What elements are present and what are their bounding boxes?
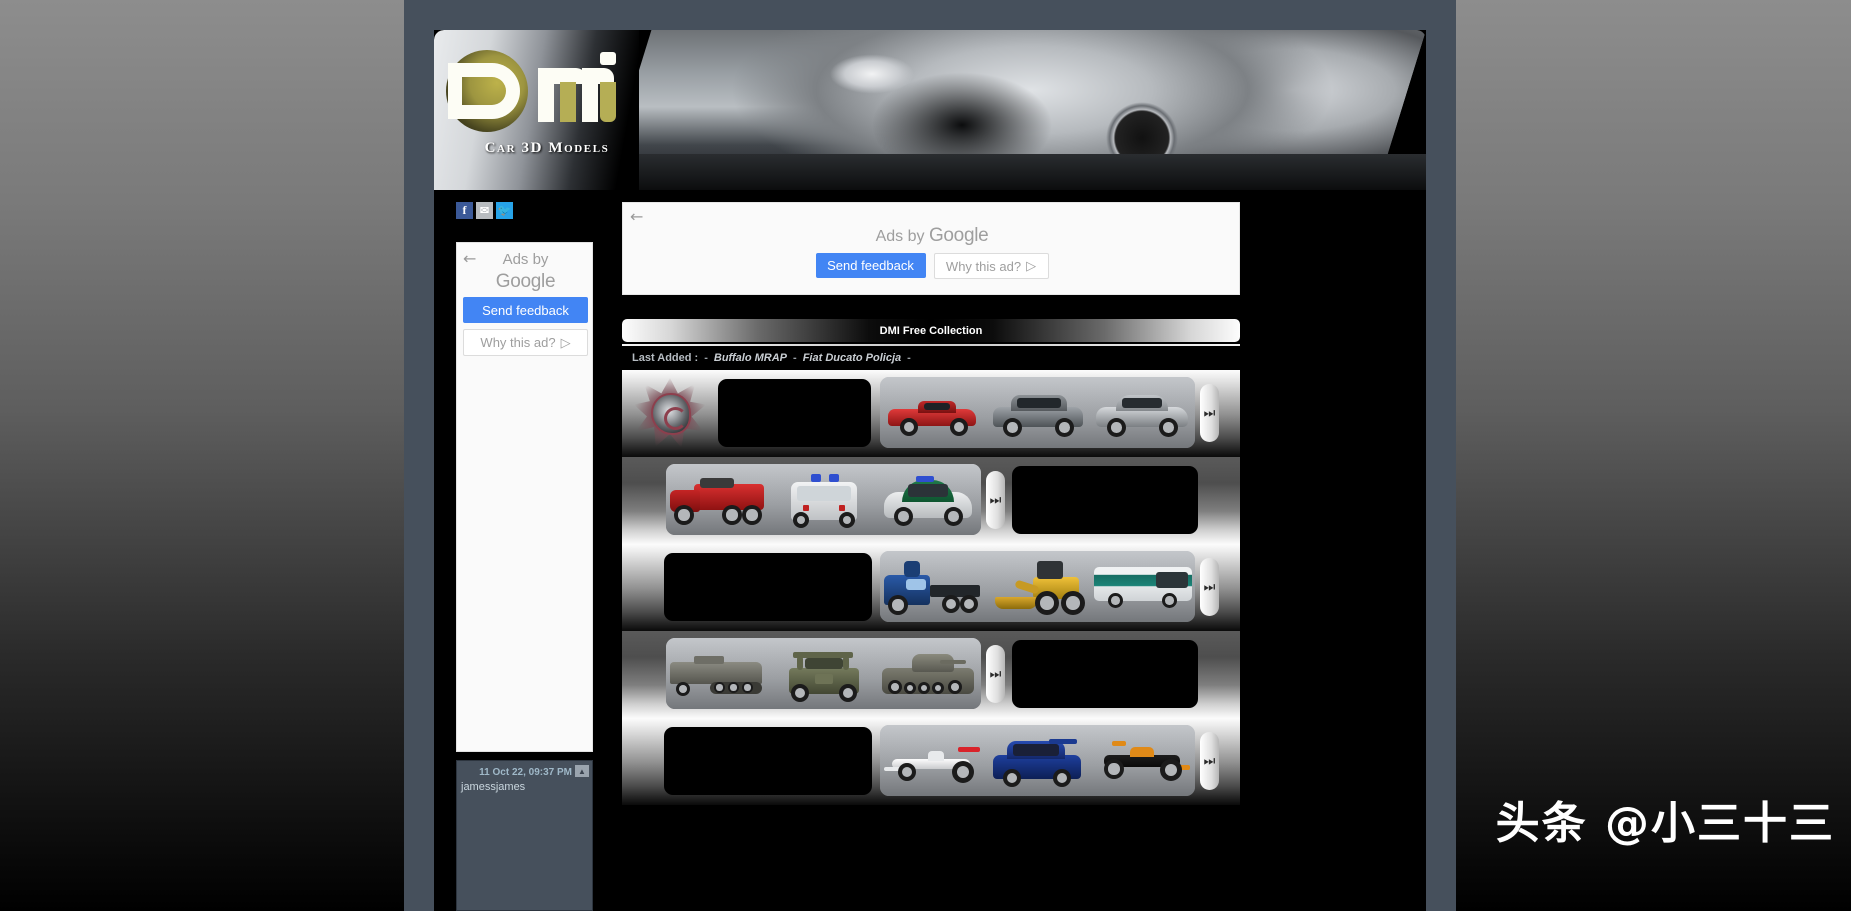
separator-dash: - — [907, 352, 911, 364]
category-row-racing[interactable]: ⏭ — [622, 718, 1240, 805]
category-row-heavy-vehicles[interactable]: ⏭ — [622, 544, 1240, 631]
ads-by-label: Ads by — [875, 228, 929, 245]
shoutbox-timestamp: 11 Oct 22, 09:37 PM — [479, 766, 572, 778]
row-next-button[interactable]: ⏭ — [1200, 732, 1219, 790]
logo-bar-6 — [600, 82, 616, 122]
shoutbox-scroll-up-icon[interactable]: ▲ — [575, 765, 589, 777]
send-feedback-button[interactable]: Send feedback — [463, 297, 588, 323]
thumb-blue-rally-car[interactable] — [985, 725, 1090, 796]
why-this-ad-label: Why this ad? — [945, 258, 1022, 274]
dmi-badge-icon — [634, 378, 706, 448]
thumb-city-bus[interactable] — [1090, 551, 1195, 622]
why-this-ad-label: Why this ad? — [480, 335, 556, 350]
thumb-blue-semi-truck[interactable] — [880, 551, 985, 622]
ads-by-label: Ads by — [502, 251, 549, 268]
thumb-orange-open-wheeler[interactable] — [1090, 725, 1195, 796]
row-thumbnail-strip[interactable] — [666, 638, 981, 709]
email-icon[interactable]: ✉ — [476, 202, 493, 219]
logo-letter-d — [448, 63, 520, 119]
separator-dash: - — [793, 352, 797, 364]
top-google-ad: ← Ads by Google Send feedback Why this a… — [622, 202, 1240, 295]
row-black-panel — [664, 727, 872, 795]
row-thumbnail-strip[interactable] — [880, 377, 1195, 448]
social-links-bar: f ✉ 🐦 — [456, 202, 513, 219]
shoutbox-header: 11 Oct 22, 09:37 PM — [457, 764, 592, 780]
thumb-polizei-beetle[interactable] — [876, 464, 981, 535]
row-black-panel — [718, 379, 871, 447]
site-content-frame: Car 3D Models f ✉ 🐦 ← Ads by Google Send… — [434, 30, 1426, 911]
thumb-grey-sedan[interactable] — [985, 377, 1090, 448]
last-added-item-1[interactable]: Buffalo MRAP — [714, 352, 787, 364]
why-this-ad-icon: ▷ — [560, 334, 571, 350]
thumb-white-ambulance[interactable] — [771, 464, 876, 535]
row-thumbnail-strip[interactable] — [666, 464, 981, 535]
site-logo-panel[interactable]: Car 3D Models — [434, 30, 639, 190]
thumb-panzer-tank[interactable] — [876, 638, 981, 709]
thumb-red-roadster[interactable] — [880, 377, 985, 448]
thumb-silver-coupe[interactable] — [1090, 377, 1195, 448]
row-next-button[interactable]: ⏭ — [986, 471, 1005, 529]
last-added-bar: Last Added : - Buffalo MRAP - Fiat Ducat… — [622, 346, 1240, 370]
logo-tagline: Car 3D Models — [484, 140, 610, 156]
ad-back-arrow-icon[interactable]: ← — [630, 209, 643, 225]
google-wordmark: Google — [928, 225, 989, 246]
thumb-grey-halftrack[interactable] — [666, 638, 771, 709]
banner-road-strip — [602, 154, 1426, 190]
thumb-army-jeep[interactable] — [771, 638, 876, 709]
shoutbox-message: jamessjames — [461, 781, 526, 793]
separator-dash: - — [704, 352, 708, 364]
collection-title-bar: DMI Free Collection — [622, 319, 1240, 342]
header-banner: Car 3D Models — [434, 30, 1426, 190]
main-content-column: ← Ads by Google Send feedback Why this a… — [622, 202, 1412, 805]
thumb-yellow-wheel-loader[interactable] — [985, 551, 1090, 622]
why-this-ad-button[interactable]: Why this ad? ▷ — [933, 253, 1049, 279]
row-thumbnail-strip[interactable] — [880, 725, 1195, 796]
spiral-shape — [651, 393, 691, 435]
row-next-button[interactable]: ⏭ — [1200, 384, 1219, 442]
send-feedback-button[interactable]: Send feedback — [815, 253, 926, 278]
why-this-ad-icon: ▷ — [1026, 258, 1037, 273]
category-row-cars[interactable]: ⏭ — [622, 370, 1240, 457]
google-wordmark: Google — [495, 271, 556, 292]
banner-supercar-photo — [602, 30, 1426, 190]
why-this-ad-button[interactable]: Why this ad? ▷ — [463, 329, 588, 356]
row-next-button[interactable]: ⏭ — [1200, 558, 1219, 616]
watermark-text: 头条 @小三十三 — [1495, 798, 1835, 849]
row-black-panel — [664, 553, 872, 621]
thumb-red-fire-truck[interactable] — [666, 464, 771, 535]
site-wrapper: Car 3D Models f ✉ 🐦 ← Ads by Google Send… — [404, 0, 1456, 911]
thumb-white-f1-car[interactable] — [880, 725, 985, 796]
category-row-emergency[interactable]: ⏭ — [622, 457, 1240, 544]
logo-bar-3 — [560, 82, 576, 122]
collection-title-text: DMI Free Collection — [879, 324, 983, 337]
ads-by-row: Ads by Google — [623, 225, 1241, 247]
row-black-panel — [1012, 640, 1198, 708]
row-thumbnail-strip[interactable] — [880, 551, 1195, 622]
row-next-button[interactable]: ⏭ — [986, 645, 1005, 703]
row-black-panel — [1012, 466, 1198, 534]
last-added-label: Last Added : — [632, 352, 699, 364]
ad-buttons-row: Send feedback Why this ad? ▷ — [623, 253, 1241, 279]
logo-bar-7 — [600, 52, 616, 65]
facebook-icon[interactable]: f — [456, 202, 473, 219]
dmi-logo-icon — [442, 48, 632, 133]
last-added-item-2[interactable]: Fiat Ducato Policja — [803, 352, 901, 364]
shoutbox-widget[interactable]: 11 Oct 22, 09:37 PM ▲ jamessjames — [456, 760, 593, 911]
sidebar-google-ad: ← Ads by Google Send feedback Why this a… — [456, 242, 593, 752]
twitter-icon[interactable]: 🐦 — [496, 202, 513, 219]
category-row-military[interactable]: ⏭ — [622, 631, 1240, 718]
